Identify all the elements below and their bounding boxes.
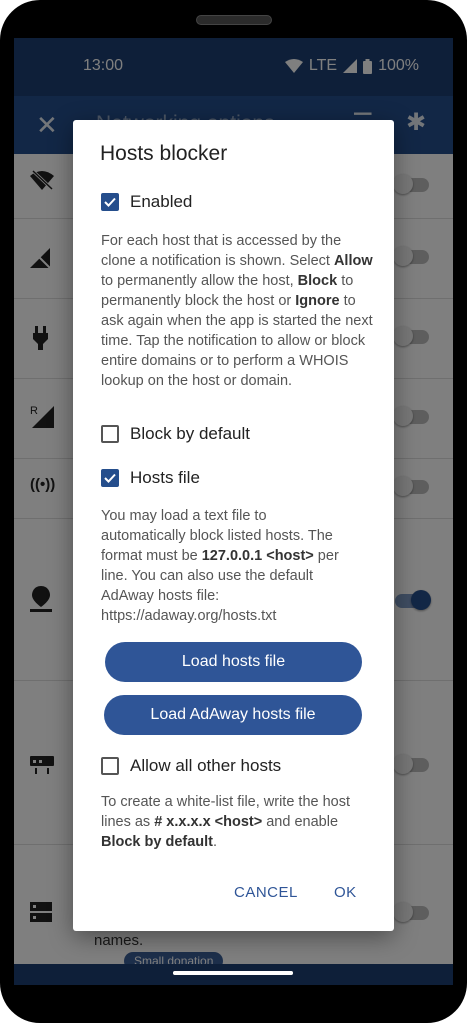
block-by-default-checkbox[interactable] — [101, 425, 119, 443]
dialog-title: Hosts blocker — [100, 142, 228, 165]
enabled-checkbox-row[interactable]: Enabled — [101, 192, 192, 212]
checkmark-icon — [104, 197, 116, 207]
hosts-file-checkbox-row[interactable]: Hosts file — [101, 468, 200, 488]
whitelist-description: To create a white-list file, write the h… — [101, 794, 351, 850]
cancel-button[interactable]: CANCEL — [234, 884, 298, 901]
load-adaway-hosts-file-button[interactable]: Load AdAway hosts file — [104, 695, 362, 735]
ok-button[interactable]: OK — [334, 884, 357, 901]
block-by-default-checkbox-row[interactable]: Block by default — [101, 424, 250, 444]
allow-all-checkbox-row[interactable]: Allow all other hosts — [101, 756, 281, 776]
navigation-bar-overlay — [14, 964, 453, 985]
screen: 13:00 LTE 100% ✕ Networking options ☰ ✱ — [14, 38, 453, 985]
hosts-file-description: You may load a text file to automaticall… — [101, 508, 339, 624]
hosts-blocker-dialog: Hosts blocker Enabled For each host that… — [73, 120, 394, 931]
hosts-file-label: Hosts file — [130, 468, 200, 487]
block-by-default-label: Block by default — [130, 424, 251, 443]
allow-all-other-hosts-label: Allow all other hosts — [130, 756, 282, 775]
phone-frame: 13:00 LTE 100% ✕ Networking options ☰ ✱ — [0, 0, 467, 1023]
speaker-grille — [196, 15, 272, 25]
enabled-description: For each host that is accessed by the cl… — [101, 233, 373, 389]
home-gesture-bar-handle[interactable] — [173, 971, 293, 975]
checkmark-icon — [104, 473, 116, 483]
enabled-checkbox[interactable] — [101, 193, 119, 211]
load-hosts-file-button[interactable]: Load hosts file — [105, 642, 362, 682]
allow-all-other-hosts-checkbox[interactable] — [101, 757, 119, 775]
enabled-label: Enabled — [130, 192, 193, 211]
hosts-file-checkbox[interactable] — [101, 469, 119, 487]
